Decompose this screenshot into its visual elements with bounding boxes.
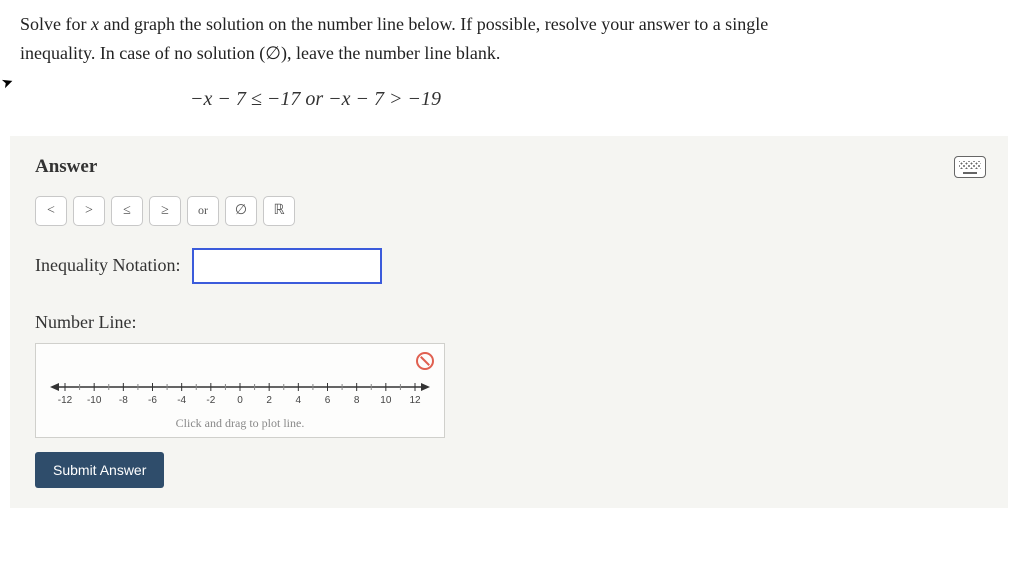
answer-heading: Answer xyxy=(35,156,983,178)
tick-label: 4 xyxy=(296,395,302,406)
numberline-box[interactable]: -12 -10 -8 -6 -4 -2 0 2 4 6 8 10 12 Click and drag t… xyxy=(35,343,445,438)
gte-button[interactable]: ≥ xyxy=(149,196,181,226)
or-button[interactable]: or xyxy=(187,196,219,226)
tick-label: -6 xyxy=(148,395,157,406)
equation-display: −x − 7 ≤ −17 or −x − 7 > −19 xyxy=(0,73,1018,126)
clear-plot-icon[interactable] xyxy=(416,352,434,370)
submit-button[interactable]: Submit Answer xyxy=(35,452,164,488)
numberline-label: Number Line: xyxy=(35,312,983,333)
symbol-toolbar: < > ≤ ≥ or ∅ ℝ xyxy=(35,196,983,226)
answer-panel: Answer < > ≤ ≥ or ∅ ℝ Inequality Notatio… xyxy=(10,136,1008,508)
notation-input[interactable] xyxy=(192,248,382,284)
tick-label: -4 xyxy=(177,395,186,406)
keyboard-icon[interactable] xyxy=(954,156,986,178)
problem-line1-pre: Solve for xyxy=(20,14,91,34)
tick-label: -10 xyxy=(87,395,102,406)
problem-line2: inequality. In case of no solution (∅), … xyxy=(20,43,500,63)
problem-line1-post: and graph the solution on the number lin… xyxy=(99,14,768,34)
tick-label: -2 xyxy=(206,395,215,406)
tick-label: 0 xyxy=(237,395,243,406)
tick-label: 12 xyxy=(409,395,421,406)
notation-row: Inequality Notation: xyxy=(35,248,983,284)
equation-text: −x − 7 ≤ −17 or −x − 7 > −19 xyxy=(190,88,441,110)
problem-variable: x xyxy=(91,14,99,34)
tick-label: 2 xyxy=(266,395,272,406)
tick-label: -8 xyxy=(119,395,128,406)
problem-statement: Solve for x and graph the solution on th… xyxy=(0,0,1018,73)
reals-button[interactable]: ℝ xyxy=(263,196,295,226)
gt-button[interactable]: > xyxy=(73,196,105,226)
lte-button[interactable]: ≤ xyxy=(111,196,143,226)
tick-label: 10 xyxy=(380,395,392,406)
tick-label: 8 xyxy=(354,395,360,406)
tick-label: -12 xyxy=(58,395,73,406)
numberline-hint: Click and drag to plot line. xyxy=(36,416,444,431)
lt-button[interactable]: < xyxy=(35,196,67,226)
numberline-svg[interactable]: -12 -10 -8 -6 -4 -2 0 2 4 6 8 10 12 xyxy=(45,372,435,412)
tick-label: 6 xyxy=(325,395,331,406)
notation-label: Inequality Notation: xyxy=(35,255,180,276)
emptyset-button[interactable]: ∅ xyxy=(225,196,257,226)
